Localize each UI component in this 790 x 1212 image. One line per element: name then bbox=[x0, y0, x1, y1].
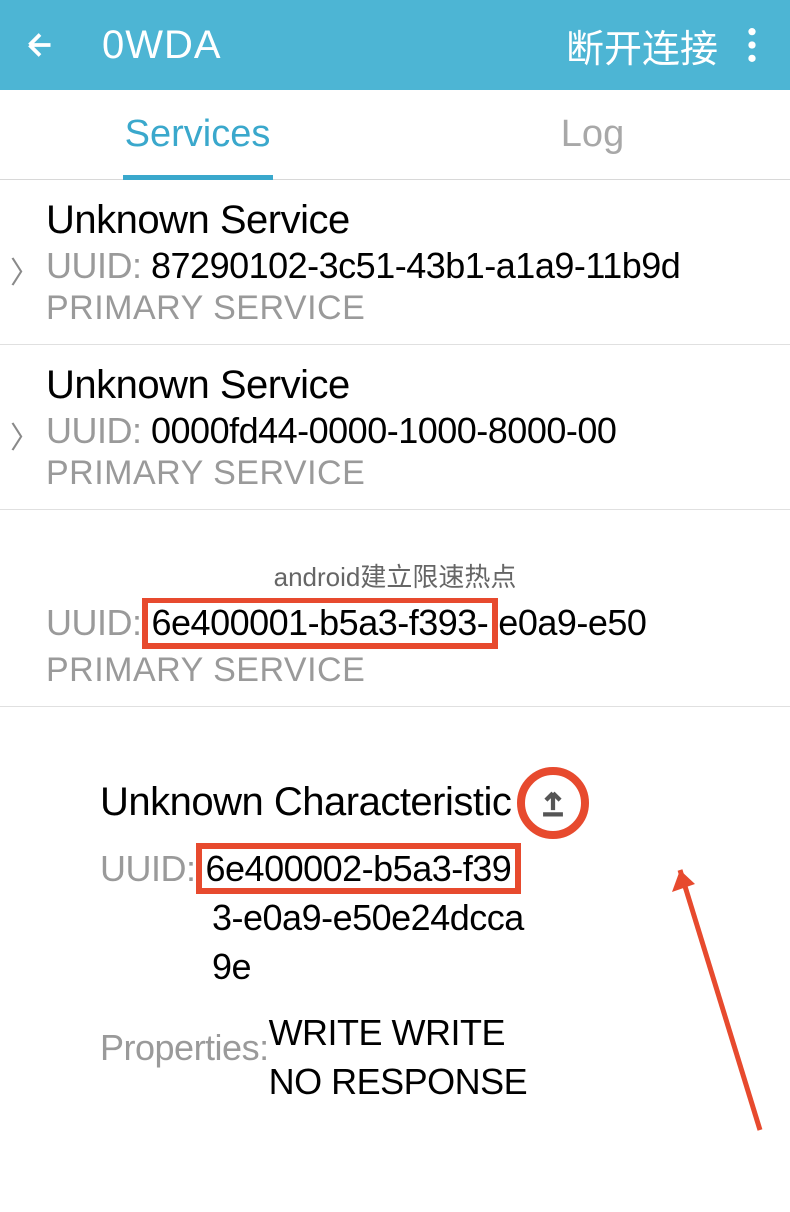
tab-log[interactable]: Log bbox=[395, 90, 790, 179]
upload-icon[interactable] bbox=[517, 767, 589, 839]
uuid-highlight: 6e400001-b5a3-f393- bbox=[142, 597, 499, 649]
tab-services[interactable]: Services bbox=[0, 90, 395, 179]
back-icon[interactable] bbox=[18, 23, 62, 67]
app-header: 0WDA 断开连接 bbox=[0, 0, 790, 90]
characteristic-name: Unknown Characteristic bbox=[100, 780, 511, 825]
service-name: Unknown Service bbox=[46, 198, 780, 243]
disconnect-button[interactable]: 断开连接 bbox=[566, 18, 718, 73]
characteristic-item[interactable]: Unknown Characteristic UUID:6e400002-b5a… bbox=[0, 707, 790, 1107]
uuid-highlight: 6e400002-b5a3-f39 bbox=[196, 843, 522, 895]
characteristic-properties: Properties: WRITE WRITE NO RESPONSE bbox=[100, 1009, 780, 1106]
chevron-right-icon[interactable]: 〉 bbox=[10, 198, 46, 292]
service-type: PRIMARY SERVICE bbox=[46, 454, 780, 493]
tab-bar: Services Log bbox=[0, 90, 790, 180]
service-item[interactable]: 〉 Unknown Service UUID: 0000fd44-0000-10… bbox=[0, 345, 790, 510]
page-title: 0WDA bbox=[102, 23, 566, 68]
service-uuid: UUID:6e400001-b5a3-f393-e0a9-e50 bbox=[46, 597, 780, 649]
service-name: Unknown Service bbox=[46, 363, 780, 408]
more-icon[interactable] bbox=[732, 23, 772, 67]
chevron-right-icon[interactable]: 〉 bbox=[10, 363, 46, 457]
service-uuid: UUID: 87290102-3c51-43b1-a1a9-11b9d bbox=[46, 245, 780, 287]
service-item[interactable]: 〉 Unknown Service UUID: 87290102-3c51-43… bbox=[0, 180, 790, 345]
service-type: PRIMARY SERVICE bbox=[46, 651, 780, 690]
watermark-text: android建立限速热点 bbox=[0, 553, 790, 598]
characteristic-uuid: UUID:6e400002-b5a3-f39 3-e0a9-e50e24dcca… bbox=[100, 843, 780, 992]
service-item[interactable]: 〉 Unknown Service UUID:6e400001-b5a3-f39… bbox=[0, 510, 790, 707]
service-type: PRIMARY SERVICE bbox=[46, 289, 780, 328]
service-uuid: UUID: 0000fd44-0000-1000-8000-00 bbox=[46, 410, 780, 452]
